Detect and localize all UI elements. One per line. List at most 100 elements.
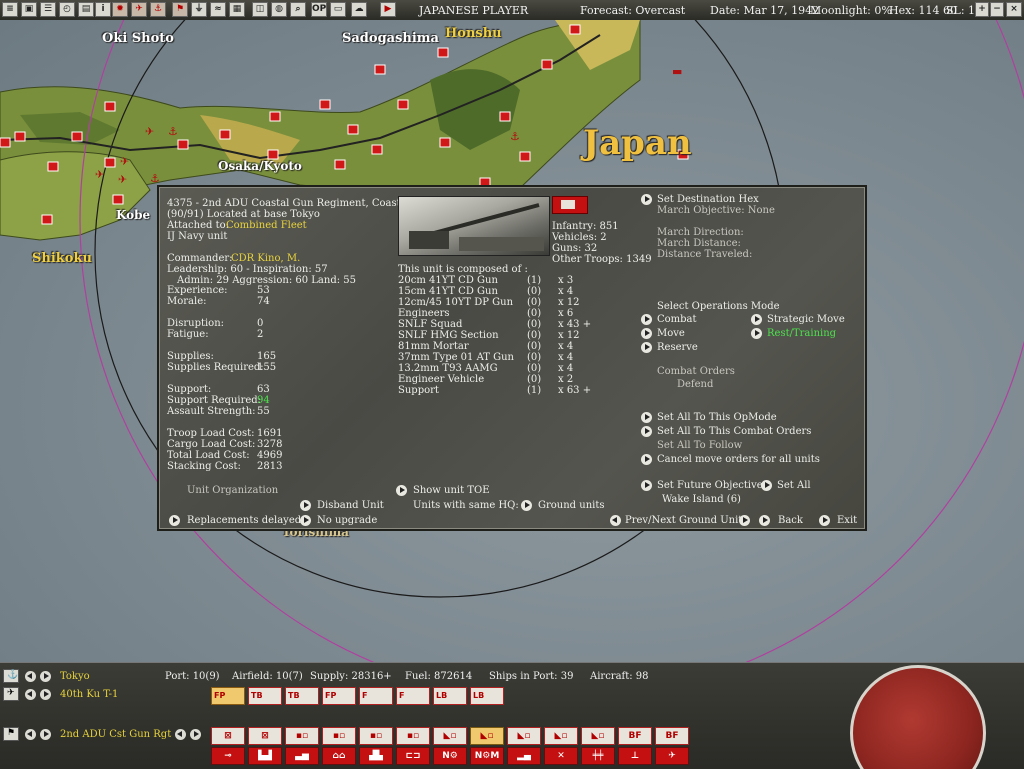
prev-unit-arrow-icon[interactable] [610,515,621,526]
air-next-icon[interactable] [40,689,51,700]
filter-naval-gear-icon[interactable]: N⚙ [433,747,467,765]
replacements-toggle[interactable]: Replacements delayed [187,515,301,526]
unit-bf-button-2[interactable]: BF [655,727,689,745]
strategic-move-button[interactable]: Strategic Move [767,314,845,325]
unit-bf-button[interactable]: BF [618,727,652,745]
set-all-combat-arrow-icon[interactable] [641,426,652,437]
unit-base-button[interactable]: ▪▫ [285,727,319,745]
attached-hq-link[interactable]: Combined Fleet [226,220,307,231]
ship-icon[interactable]: ⚓ [150,2,166,17]
exit-button[interactable]: Exit [837,515,857,526]
airgroup-button-1[interactable]: FP [211,687,245,705]
base-flag-icon[interactable]: ⚑ [172,2,188,17]
set-all-op-arrow-icon[interactable] [641,412,652,423]
back-button[interactable]: Back [778,515,803,526]
back-arrow-icon[interactable] [759,515,770,526]
airgroup-name[interactable]: 40th Ku T-1 [60,689,118,701]
weather-icon[interactable]: ☁ [351,2,367,17]
filter-engineer-icon[interactable]: ⌂⌂ [322,747,356,765]
show-toe-arrow-icon[interactable] [396,485,407,496]
airgroup-button-8[interactable]: LB [470,687,504,705]
upgrade-toggle[interactable]: No upgrade [317,515,377,526]
airgroup-button-4[interactable]: FP [322,687,356,705]
filter-vehicle-icon[interactable]: ⊏⊐ [396,747,430,765]
ground-units-arrow-icon[interactable] [521,500,532,511]
exit-arrow-icon[interactable] [819,515,830,526]
prev-next-unit-button[interactable]: Prev/Next Ground Unit [625,515,742,526]
set-all-button[interactable]: Set All [777,480,811,491]
ops-icon[interactable]: OP [311,2,327,17]
rest-arrow-icon[interactable] [751,328,762,339]
move-arrow-icon[interactable] [641,328,652,339]
next-unit-arrow-icon[interactable] [739,515,750,526]
airgroup-button-3[interactable]: TB [285,687,319,705]
unit-gun-button-4[interactable]: ◣▫ [544,727,578,745]
convoy-icon[interactable]: ≈ [210,2,226,17]
anchor-icon[interactable]: ⚓ [3,669,19,683]
airgroup-button-7[interactable]: LB [433,687,467,705]
filter-plane-icon[interactable]: ✈ [655,747,689,765]
airgroup-icon[interactable]: ✈ [3,687,19,701]
base-prev-icon[interactable] [25,671,36,682]
show-toe-button[interactable]: Show unit TOE [413,485,490,496]
strategic-arrow-icon[interactable] [751,314,762,325]
filter-support-icon[interactable]: ▟▙ [359,747,393,765]
upgrade-arrow-icon[interactable] [300,515,311,526]
filter-artillery-icon[interactable]: ⊸ [211,747,245,765]
filter-rail-icon[interactable]: ╪╪ [581,747,615,765]
filter-tools-icon[interactable]: ✕ [544,747,578,765]
unit-prev-icon[interactable] [25,729,36,740]
replacements-arrow-icon[interactable] [169,515,180,526]
set-destination-arrow-icon[interactable] [641,194,652,205]
set-destination-button[interactable]: Set Destination Hex [657,194,759,205]
base-name[interactable]: Tokyo [60,671,90,683]
cancel-move-arrow-icon[interactable] [641,454,652,465]
move-mode-button[interactable]: Move [657,328,685,339]
air-prev-icon[interactable] [25,689,36,700]
japan-flag-icon[interactable]: ✹ [112,2,128,17]
ground-units-button[interactable]: Ground units [538,500,604,511]
airgroup-button-5[interactable]: F [359,687,393,705]
unit-gun-button-selected[interactable]: ◣▫ [470,727,504,745]
filter-infantry-icon[interactable]: ▙▟ [248,747,282,765]
clock-icon[interactable]: ◴ [59,2,75,17]
globe-icon[interactable]: ◍ [271,2,287,17]
unit-type-icon[interactable] [552,196,588,214]
fleet-icon[interactable]: ▦ [229,2,245,17]
screen-icon[interactable]: ▭ [330,2,346,17]
tf-icon[interactable]: ◫ [252,2,268,17]
unit-base-button-3[interactable]: ▪▫ [359,727,393,745]
reserve-mode-button[interactable]: Reserve [657,342,698,353]
list-icon[interactable]: ▤ [78,2,94,17]
disband-unit-button[interactable]: Disband Unit [317,500,384,511]
stack-prev-icon[interactable] [175,729,186,740]
unit-next-icon[interactable] [40,729,51,740]
unit-hq-button[interactable]: ⊠ [211,727,245,745]
save-icon[interactable]: ▣ [21,2,37,17]
rest-training-button[interactable]: Rest/Training [767,328,836,339]
sub-icon[interactable]: ⏚ [191,2,207,17]
unit-hq-button-2[interactable]: ⊠ [248,727,282,745]
set-all-combat-orders-button[interactable]: Set All To This Combat Orders [657,426,811,437]
unit-base-button-4[interactable]: ▪▫ [396,727,430,745]
search-icon[interactable]: ⌕ [290,2,306,17]
plane-icon[interactable]: ✈ [131,2,147,17]
zoom-in-icon[interactable]: + [975,2,989,17]
reserve-arrow-icon[interactable] [641,342,652,353]
airgroup-button-6[interactable]: F [396,687,430,705]
combat-arrow-icon[interactable] [641,314,652,325]
close-icon[interactable]: × [1006,2,1022,17]
set-all-opmode-button[interactable]: Set All To This OpMode [657,412,777,423]
base-next-icon[interactable] [40,671,51,682]
menu-icon[interactable]: ≡ [2,2,18,17]
unit-base-button-2[interactable]: ▪▫ [322,727,356,745]
filter-aa-icon[interactable]: ⊥ [618,747,652,765]
combat-mode-button[interactable]: Combat [657,314,697,325]
airgroup-button-2[interactable]: TB [248,687,282,705]
set-future-objective-button[interactable]: Set Future Objective [657,480,763,491]
filter-naval-gear-icon-2[interactable]: N⚙M [470,747,504,765]
unit-gun-button-3[interactable]: ◣▫ [507,727,541,745]
ground-unit-flag-icon[interactable]: ⚑ [3,727,19,741]
stack-next-icon[interactable] [190,729,201,740]
unit-gun-button-5[interactable]: ◣▫ [581,727,615,745]
